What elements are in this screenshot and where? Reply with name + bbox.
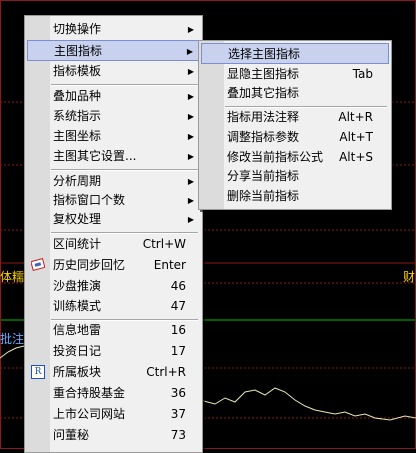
memory-icon	[31, 258, 45, 272]
menu-item-info-mine[interactable]: 信息地雷 16	[27, 320, 200, 341]
menu-item-label: 显隐主图指标	[227, 67, 300, 81]
menu-item-label: 调整指标参数	[227, 130, 300, 144]
menu-item-investment-diary[interactable]: 投资日记 17	[27, 341, 200, 362]
submenu-arrow-icon: ▶	[187, 177, 194, 186]
menu-item-indicator-window-count[interactable]: 指标窗口个数 ▶	[27, 190, 200, 211]
submenu-arrow-icon: ▶	[187, 132, 194, 141]
menu-item-label: 上市公司网站	[53, 407, 126, 421]
menu-item-history-sync[interactable]: 历史同步回忆 Enter	[27, 255, 200, 276]
menu-item-label: 沙盘推演	[53, 279, 102, 293]
menu-item-label: 复权处理	[53, 212, 102, 226]
menu-item-label: 主图其它设置...	[53, 149, 137, 163]
menu-item-shortcut: 47	[170, 299, 186, 313]
menu-item-shortcut: Alt+S	[339, 150, 373, 164]
menu-item-shortcut: 16	[170, 323, 186, 337]
submenu-arrow-icon: ▶	[186, 47, 193, 56]
menu-item-ask-secretary[interactable]: 问董秘 73	[27, 425, 200, 446]
menu-item-indicator-template[interactable]: 指标模板 ▶	[27, 61, 200, 82]
menu-item-label: 指标窗口个数	[53, 193, 126, 207]
menu-item-label: 系统指示	[53, 109, 102, 123]
submenu-arrow-icon: ▶	[187, 25, 194, 34]
submenu-arrow-icon: ▶	[187, 215, 194, 224]
menu-item-label: 删除当前指标	[227, 189, 300, 203]
submenu-item-select-indicator[interactable]: 选择主图指标	[201, 43, 389, 64]
submenu-arrow-icon: ▶	[187, 152, 194, 161]
submenu-item-delete-indicator[interactable]: 删除当前指标	[201, 186, 389, 207]
menu-item-label: 区间统计	[53, 237, 102, 251]
menu-item-label: 分析周期	[53, 174, 102, 188]
menu-item-shortcut: Tab	[352, 67, 373, 81]
menu-item-label: 重合持股基金	[53, 386, 126, 400]
submenu-main-indicator: 选择主图指标 显隐主图指标 Tab 叠加其它指标 指标用法注释 Alt+R 调整…	[198, 40, 392, 210]
menu-item-sector[interactable]: R 所属板块 Ctrl+R	[27, 362, 200, 383]
menu-item-main-axis[interactable]: 主图坐标 ▶	[27, 126, 200, 147]
submenu-item-toggle-indicator[interactable]: 显隐主图指标 Tab	[201, 64, 389, 85]
submenu-item-usage-notes[interactable]: 指标用法注释 Alt+R	[201, 107, 389, 128]
menu-item-switch-operation[interactable]: 切换操作 ▶	[27, 19, 200, 40]
indicator-curve	[199, 387, 416, 421]
submenu-item-adjust-params[interactable]: 调整指标参数 Alt+T	[201, 127, 389, 148]
menu-item-label: 所属板块	[53, 365, 102, 379]
menu-item-label: 训练模式	[53, 299, 102, 313]
menu-item-label: 问董秘	[53, 428, 90, 442]
menu-item-training-mode[interactable]: 训练模式 47	[27, 296, 200, 317]
menu-item-label: 选择主图指标	[228, 47, 301, 61]
menu-item-shortcut: 17	[170, 344, 186, 358]
menu-item-adjust-rights[interactable]: 复权处理 ▶	[27, 209, 200, 230]
submenu-arrow-icon: ▶	[187, 196, 194, 205]
submenu-arrow-icon: ▶	[187, 112, 194, 121]
chart-right-label: 财	[403, 270, 416, 284]
menu-item-main-other-settings[interactable]: 主图其它设置... ▶	[27, 146, 200, 167]
menu-item-shortcut: Alt+T	[339, 130, 373, 144]
menu-item-label: 主图指标	[54, 44, 103, 58]
menu-item-analysis-period[interactable]: 分析周期 ▶	[27, 171, 200, 192]
menu-item-main-indicator[interactable]: 主图指标 ▶	[27, 40, 200, 61]
menu-item-label: 指标用法注释	[227, 110, 300, 124]
menu-item-shortcut: 46	[170, 279, 186, 293]
menu-item-label: 历史同步回忆	[53, 258, 126, 272]
menu-item-label: 指标模板	[53, 64, 102, 78]
menu-item-system-indicator[interactable]: 系统指示 ▶	[27, 106, 200, 127]
menu-item-shortcut: Ctrl+R	[146, 365, 186, 379]
menu-item-label: 投资日记	[53, 344, 102, 358]
sector-r-icon: R	[31, 365, 45, 379]
menu-item-sandbox[interactable]: 沙盘推演 46	[27, 276, 200, 297]
menu-item-label: 主图坐标	[53, 129, 102, 143]
submenu-arrow-icon: ▶	[187, 67, 194, 76]
menu-item-range-stats[interactable]: 区间统计 Ctrl+W	[27, 234, 200, 255]
submenu-item-share-indicator[interactable]: 分享当前指标	[201, 166, 389, 187]
menu-item-shortcut: 37	[170, 407, 186, 421]
submenu-item-overlay-indicator[interactable]: 叠加其它指标	[201, 83, 389, 104]
menu-item-label: 切换操作	[53, 22, 102, 36]
chart-left-label: 体糯	[0, 270, 25, 284]
menu-item-overlap-funds[interactable]: 重合持股基金 36	[27, 383, 200, 404]
menu-item-company-website[interactable]: 上市公司网站 37	[27, 404, 200, 425]
chart-lower-label: 批注	[0, 332, 25, 346]
submenu-arrow-icon: ▶	[187, 92, 194, 101]
menu-item-overlay-symbol[interactable]: 叠加品种 ▶	[27, 86, 200, 107]
menu-item-label: 叠加品种	[53, 89, 102, 103]
menu-item-shortcut: Enter	[153, 258, 186, 272]
menu-item-shortcut: 36	[170, 386, 186, 400]
context-menu: 切换操作 ▶ 主图指标 ▶ 指标模板 ▶ 叠加品种 ▶ 系统指示 ▶ 主图坐标 …	[24, 15, 203, 453]
submenu-item-edit-formula[interactable]: 修改当前指标公式 Alt+S	[201, 147, 389, 168]
menu-item-label: 分享当前指标	[227, 169, 300, 183]
menu-item-shortcut: 73	[170, 428, 186, 442]
menu-item-shortcut: Alt+R	[338, 110, 373, 124]
menu-item-label: 叠加其它指标	[227, 86, 300, 100]
menu-item-label: 信息地雷	[53, 323, 102, 337]
menu-item-shortcut: Ctrl+W	[142, 237, 186, 251]
indicator-curve-left	[0, 345, 25, 359]
menu-item-label: 修改当前指标公式	[227, 150, 324, 164]
